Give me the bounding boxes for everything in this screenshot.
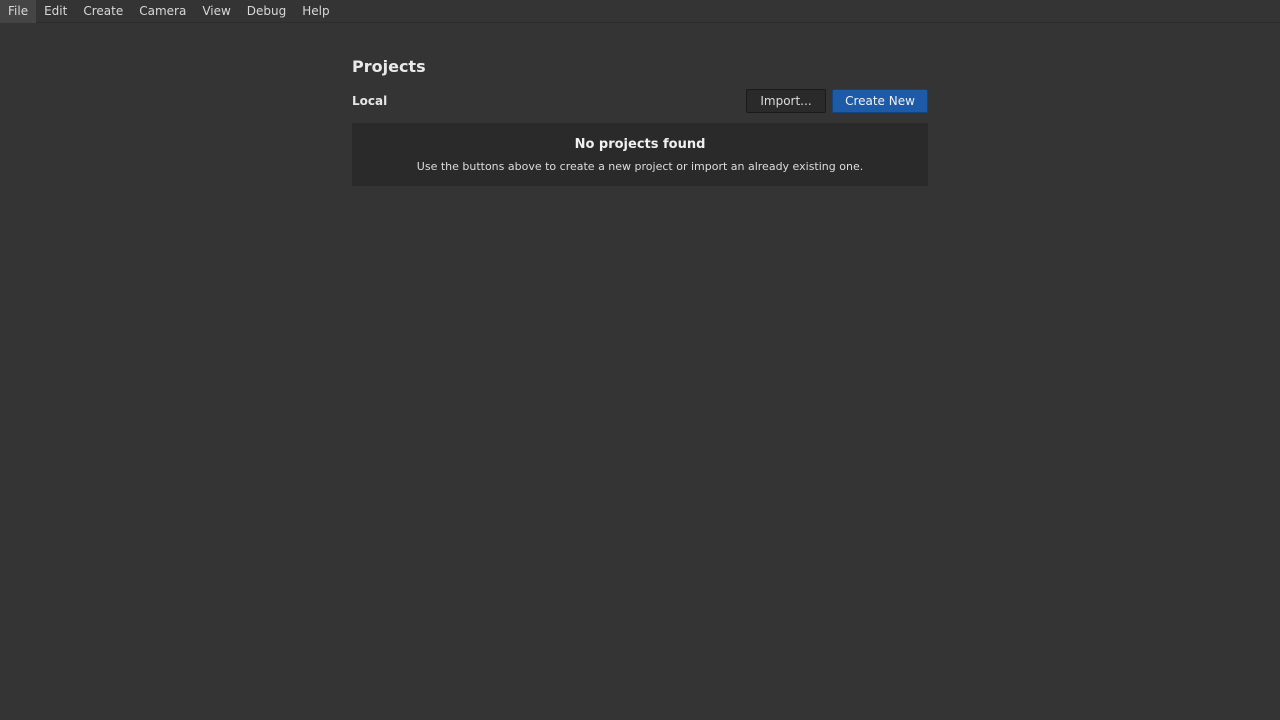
menu-file[interactable]: File <box>0 0 37 23</box>
section-label-local: Local <box>352 94 388 108</box>
page-title: Projects <box>352 57 426 76</box>
menu-help[interactable]: Help <box>294 0 337 23</box>
empty-state-heading: No projects found <box>574 137 706 152</box>
menu-camera[interactable]: Camera <box>131 0 194 23</box>
projects-panel: Projects Local Import... Create New No p… <box>352 55 928 186</box>
menu-create[interactable]: Create <box>75 0 131 23</box>
menu-bar: File Edit Create Camera View Debug Help <box>0 0 1280 23</box>
import-button[interactable]: Import... <box>746 89 826 113</box>
create-new-button[interactable]: Create New <box>832 89 928 113</box>
menu-debug[interactable]: Debug <box>239 0 294 23</box>
projects-toolbar: Local Import... Create New <box>352 89 928 113</box>
menu-view[interactable]: View <box>194 0 238 23</box>
menu-edit[interactable]: Edit <box>36 0 75 23</box>
empty-state-description: Use the buttons above to create a new pr… <box>416 160 864 173</box>
empty-state-panel: No projects found Use the buttons above … <box>352 123 928 186</box>
